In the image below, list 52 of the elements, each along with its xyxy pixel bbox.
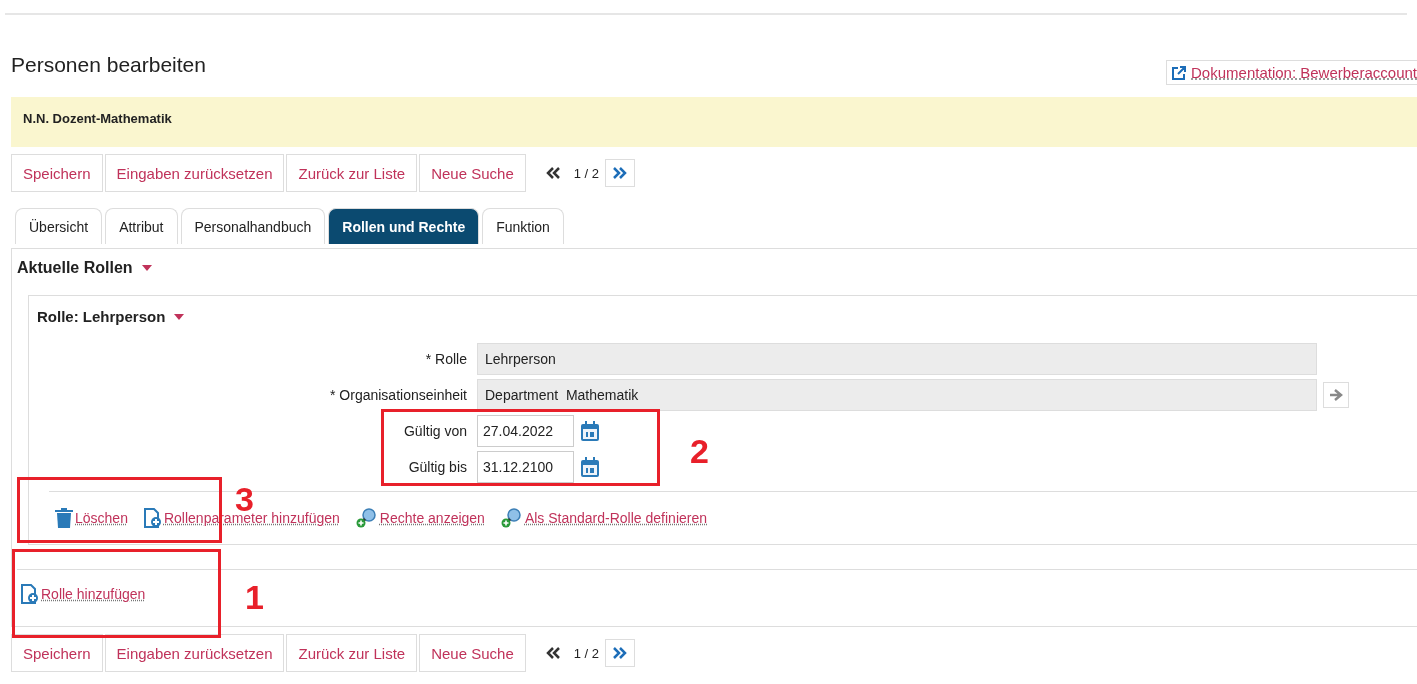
person-banner: N.N. Dozent-Mathematik xyxy=(11,97,1417,147)
toolbar-button[interactable]: Speichern xyxy=(11,154,103,192)
tab[interactable]: Rollen und Rechte xyxy=(328,208,480,244)
toolbar-button[interactable]: Neue Suche xyxy=(419,154,526,192)
tab[interactable]: Funktion xyxy=(482,208,564,244)
double-chevron-left-icon xyxy=(545,167,560,179)
caret-icon[interactable] xyxy=(173,312,186,321)
page-title: Personen bearbeiten xyxy=(11,53,206,77)
page-indicator: 1 / 2 xyxy=(573,165,600,181)
double-chevron-right-icon xyxy=(613,647,628,659)
section-title: Aktuelle Rollen xyxy=(17,259,133,277)
toolbar-button[interactable]: Zurück zur Liste xyxy=(286,634,418,672)
next-button[interactable] xyxy=(605,159,636,187)
annotation-number: 2 xyxy=(690,432,709,471)
toolbar-button[interactable]: Zurück zur Liste xyxy=(286,154,418,192)
toolbar-button[interactable]: Speichern xyxy=(11,634,103,672)
field-label: Gültig von xyxy=(402,423,467,439)
tab[interactable]: Attribut xyxy=(105,208,178,244)
calendar-icon[interactable] xyxy=(580,420,600,442)
action-link[interactable]: Als Standard-Rolle definieren xyxy=(500,508,707,528)
toolbar-button[interactable]: Eingaben zurücksetzen xyxy=(104,634,285,672)
tab[interactable]: Übersicht xyxy=(15,208,103,244)
caret-icon[interactable] xyxy=(140,264,153,272)
document-plus-icon xyxy=(143,508,162,528)
readonly-field: Department Mathematik xyxy=(477,379,1317,411)
add-role-link[interactable]: Rolle hinzufügen xyxy=(21,584,146,604)
documentation-link[interactable]: Dokumentation: Bewerberaccount xyxy=(1166,60,1417,85)
toolbar-button[interactable]: Neue Suche xyxy=(419,634,526,672)
readonly-field: Lehrperson xyxy=(477,343,1317,375)
arrow-right-icon xyxy=(1329,389,1343,401)
action-link[interactable]: Löschen xyxy=(55,508,128,528)
role-title: Rolle: Lehrperson xyxy=(37,308,166,325)
double-chevron-left-icon xyxy=(545,647,560,659)
field-label: * Organisationseinheit xyxy=(329,387,467,403)
external-link-icon xyxy=(1172,65,1187,80)
next-button[interactable] xyxy=(605,639,636,667)
document-plus-icon xyxy=(21,584,39,604)
trash-icon xyxy=(55,508,73,528)
tab[interactable]: Personalhandbuch xyxy=(180,208,326,244)
date-field[interactable]: 31.12.2100 xyxy=(477,451,574,483)
date-field[interactable]: 27.04.2022 xyxy=(477,415,574,447)
field-label: * Rolle xyxy=(424,351,467,367)
field-label: Gültig bis xyxy=(407,459,467,475)
action-link[interactable]: Rechte anzeigen xyxy=(355,508,485,528)
magnifier-plus-icon xyxy=(500,508,523,528)
go-button[interactable] xyxy=(1323,382,1349,408)
toolbar-button[interactable]: Eingaben zurücksetzen xyxy=(104,154,285,192)
double-chevron-right-icon xyxy=(613,167,628,179)
calendar-icon[interactable] xyxy=(580,456,600,478)
magnifier-plus-icon xyxy=(355,508,378,528)
annotation-number: 1 xyxy=(245,578,264,617)
page-indicator: 1 / 2 xyxy=(573,645,600,661)
